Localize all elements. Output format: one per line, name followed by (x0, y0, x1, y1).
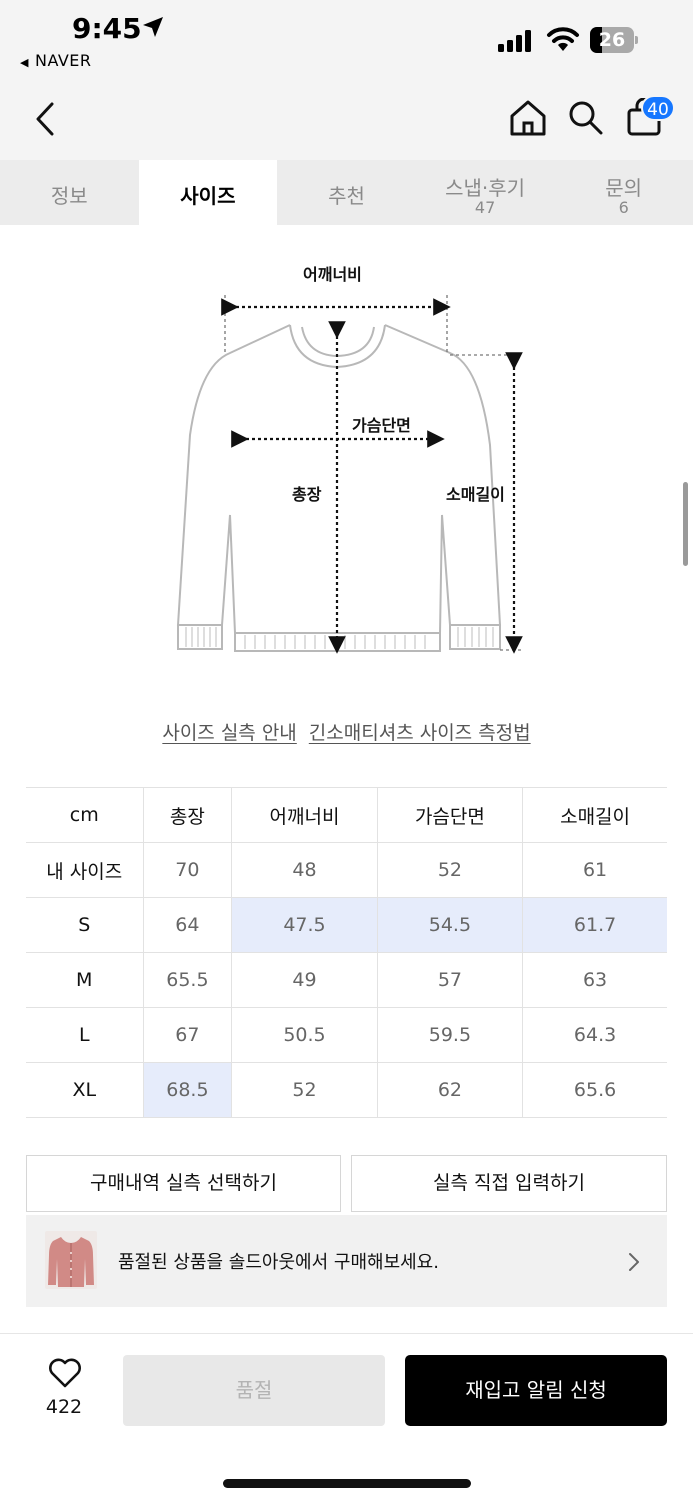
restock-alert-button[interactable]: 재입고 알림 신청 (405, 1355, 667, 1426)
back-to-app-link[interactable]: ◀ NAVER (20, 51, 92, 70)
table-cell: 64 (142, 897, 232, 953)
table-cell-highlighted: 61.7 (522, 897, 667, 953)
wifi-icon (547, 27, 579, 51)
bottom-action-bar: 422 품절 재입고 알림 신청 (0, 1333, 693, 1500)
table-cell: 57 (376, 952, 523, 1008)
table-header: 소매길이 (522, 787, 667, 843)
size-guide-links: 사이즈 실측 안내 긴소매티셔츠 사이즈 측정법 (0, 718, 693, 745)
table-cell: 64.3 (522, 1007, 667, 1063)
tab-size[interactable]: 사이즈 (138, 160, 278, 225)
size-table: cm 총장 어깨너비 가슴단면 소매길이 내 사이즈 70 48 52 61 S… (26, 787, 667, 1118)
cart-count-badge: 40 (641, 95, 675, 121)
back-app-label: NAVER (34, 51, 92, 70)
tab-label: 스냅·후기 (445, 176, 526, 200)
sweatshirt-illustration (176, 295, 523, 654)
scrollbar[interactable] (683, 482, 688, 566)
diagram-label-length: 총장 (292, 485, 322, 504)
table-row: XL 68.5 52 62 65.6 (26, 1062, 667, 1118)
home-indicator (223, 1479, 471, 1488)
table-cell-highlighted: 68.5 (142, 1062, 232, 1118)
size-guide-link[interactable]: 사이즈 실측 안내 (162, 722, 296, 744)
table-row: L 67 50.5 59.5 64.3 (26, 1007, 667, 1063)
battery-indicator: 26 (590, 27, 638, 53)
diagram-label-chest: 가슴단면 (352, 416, 411, 435)
table-cell: 49 (231, 952, 378, 1008)
measure-method-link[interactable]: 긴소매티셔츠 사이즈 측정법 (309, 722, 531, 744)
table-header: 총장 (142, 787, 232, 843)
back-triangle-icon: ◀ (20, 56, 29, 69)
tab-count: 6 (618, 198, 629, 217)
product-thumbnail (45, 1231, 97, 1289)
tab-recommend[interactable]: 추천 (277, 160, 416, 225)
tab-snap-review[interactable]: 스냅·후기 47 (416, 160, 555, 225)
table-cell: 65.5 (142, 952, 232, 1008)
detail-tabs: 정보 사이즈 추천 스냅·후기 47 문의 6 (0, 160, 693, 225)
soldout-banner-text: 품절된 상품을 솔드아웃에서 구매해보세요. (118, 1252, 439, 1273)
tab-label: 정보 (50, 184, 88, 208)
size-diagram: 어깨너비 가슴단면 총장 소매길이 (160, 255, 540, 675)
table-cell: 48 (231, 842, 378, 898)
row-label: XL (26, 1062, 143, 1118)
diagram-label-shoulder: 어깨너비 (303, 265, 362, 284)
tab-info[interactable]: 정보 (0, 160, 139, 225)
table-header: 어깨너비 (231, 787, 378, 843)
table-cell: 52 (231, 1062, 378, 1118)
row-label: L (26, 1007, 143, 1063)
home-icon[interactable] (508, 98, 548, 138)
table-row: 내 사이즈 70 48 52 61 (26, 842, 667, 898)
back-chevron-icon[interactable] (30, 100, 60, 138)
table-header: cm (26, 787, 143, 843)
location-arrow-icon (143, 17, 163, 37)
app-header (0, 80, 693, 160)
table-header-row: cm 총장 어깨너비 가슴단면 소매길이 (26, 787, 667, 843)
table-cell: 50.5 (231, 1007, 378, 1063)
table-cell-highlighted: 54.5 (376, 897, 523, 953)
like-count: 422 (45, 1396, 83, 1418)
soldout-banner[interactable]: 품절된 상품을 솔드아웃에서 구매해보세요. (26, 1215, 667, 1307)
tab-label: 추천 (328, 184, 365, 208)
status-bar: 9:45 ◀ NAVER 26 (0, 0, 693, 80)
cardigan-image (48, 1237, 94, 1287)
soldout-button[interactable]: 품절 (123, 1355, 385, 1426)
table-cell-highlighted: 47.5 (231, 897, 378, 953)
select-purchase-history-button[interactable]: 구매내역 실측 선택하기 (26, 1155, 341, 1212)
row-label: S (26, 897, 143, 953)
tab-label: 사이즈 (180, 184, 236, 208)
table-cell: 59.5 (376, 1007, 523, 1063)
table-cell: 63 (522, 952, 667, 1008)
diagram-label-sleeve: 소매길이 (446, 485, 505, 504)
table-cell: 70 (142, 842, 232, 898)
direct-input-button[interactable]: 실측 직접 입력하기 (351, 1155, 667, 1212)
tab-label: 문의 (605, 176, 643, 200)
table-cell: 61 (522, 842, 667, 898)
tab-count: 47 (474, 198, 496, 217)
tab-inquiry[interactable]: 문의 6 (554, 160, 693, 225)
battery-level: 26 (598, 29, 626, 51)
table-row: S 64 47.5 54.5 61.7 (26, 897, 667, 953)
table-header: 가슴단면 (376, 787, 523, 843)
status-time: 9:45 (72, 12, 142, 45)
table-row: M 65.5 49 57 63 (26, 952, 667, 1008)
search-icon[interactable] (566, 98, 606, 138)
heart-icon[interactable] (48, 1358, 82, 1388)
table-cell: 62 (376, 1062, 523, 1118)
table-cell: 67 (142, 1007, 232, 1063)
row-label: 내 사이즈 (26, 842, 143, 898)
row-label: M (26, 952, 143, 1008)
table-cell: 52 (376, 842, 523, 898)
cellular-signal-icon (498, 30, 531, 52)
chevron-right-icon (629, 1253, 639, 1271)
table-cell: 65.6 (522, 1062, 667, 1118)
